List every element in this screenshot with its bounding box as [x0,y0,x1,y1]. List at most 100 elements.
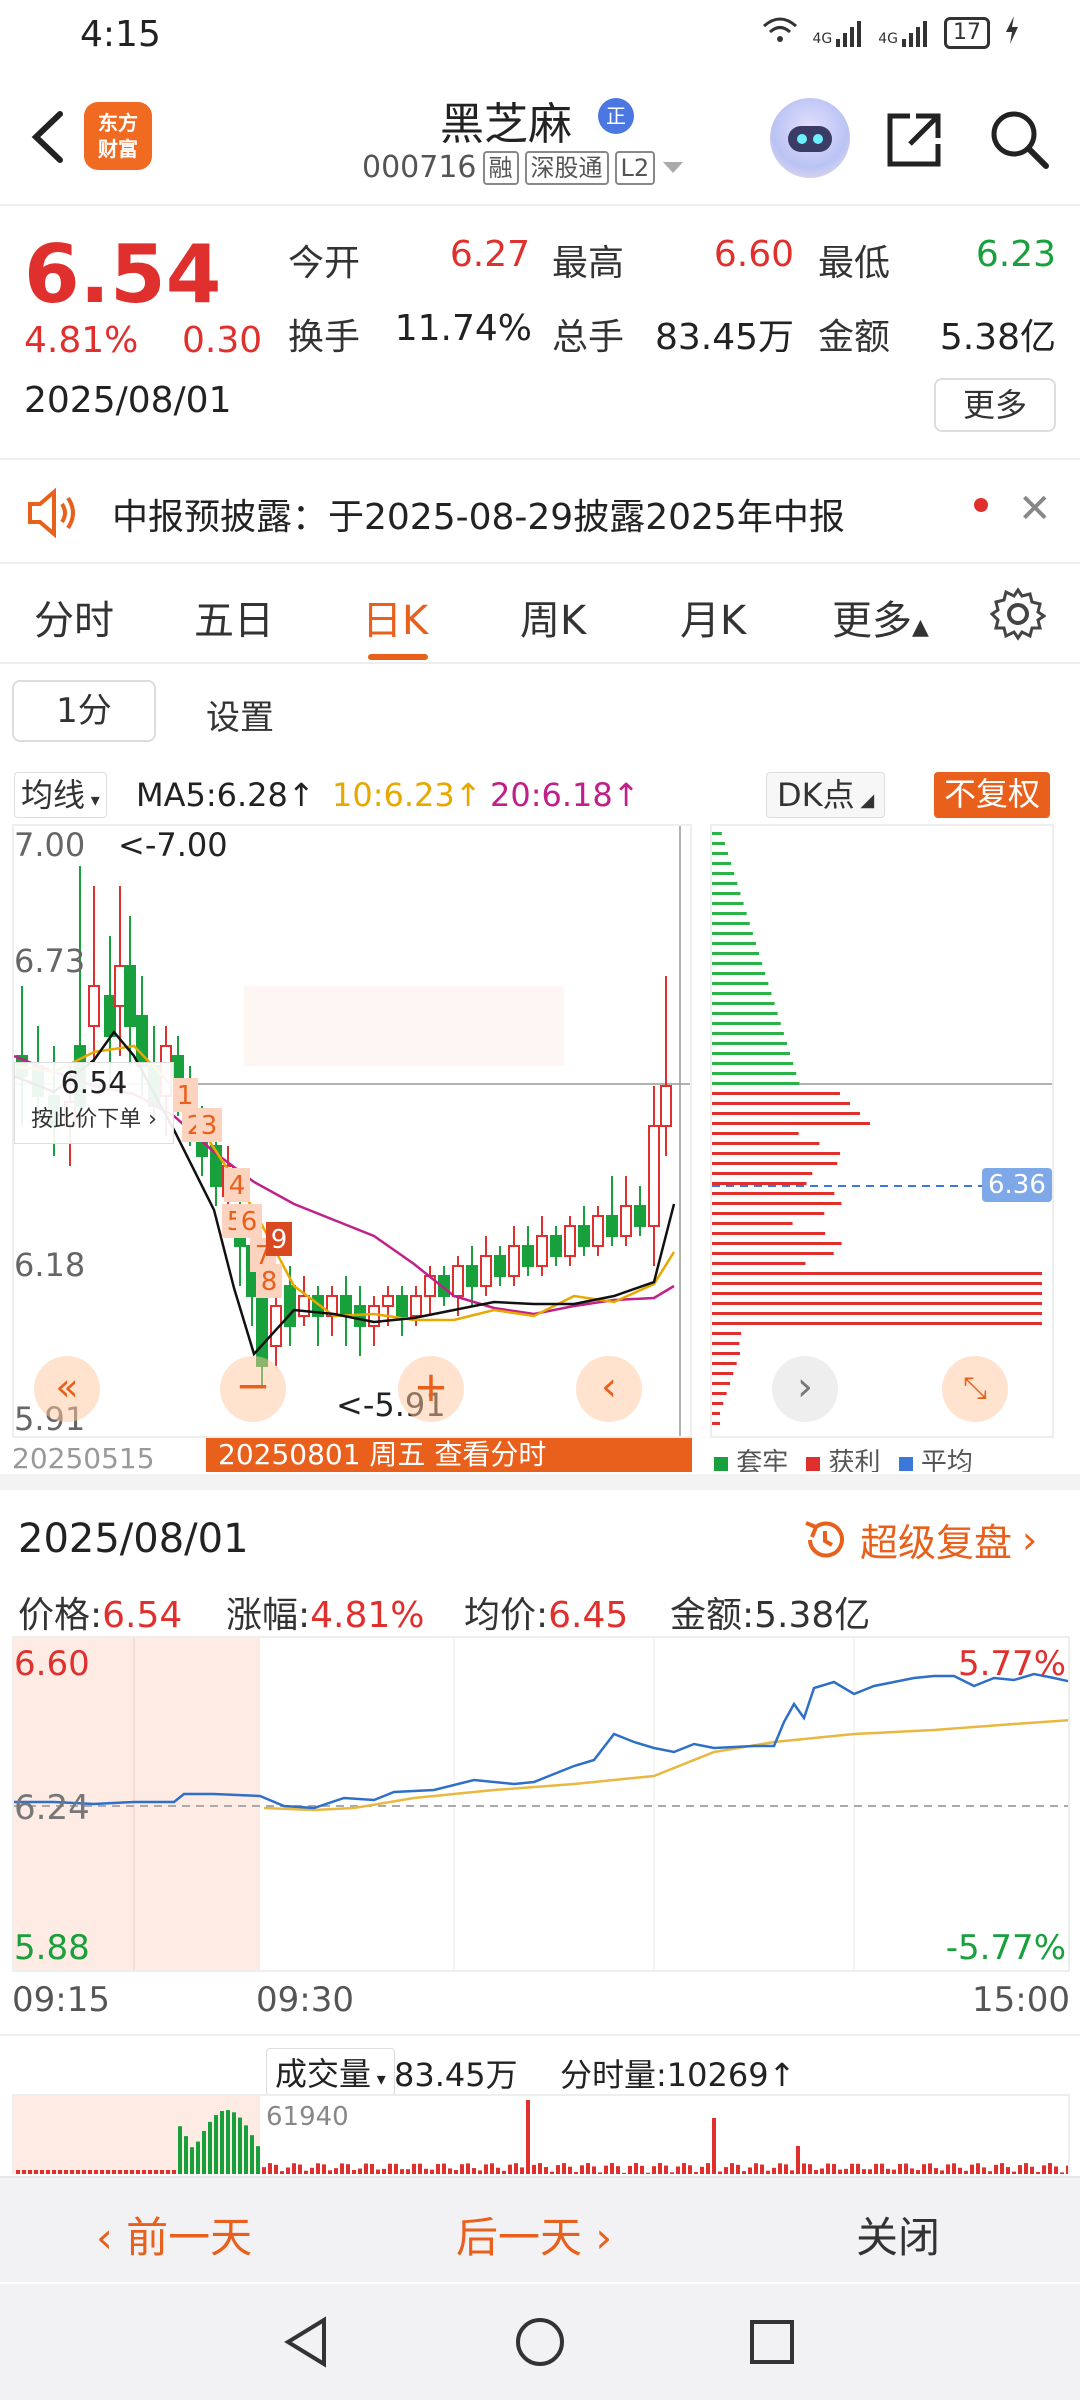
tab-more[interactable]: 更多▲ [832,588,929,646]
stock-meta[interactable]: 000716 融 深股通 L2 [362,150,685,185]
y-label-top: 7.00 [14,826,86,864]
volume-bar [28,2170,32,2174]
volume-bar [784,2164,788,2174]
turnover-label: 换手 [288,317,361,358]
volume-bar [814,2169,818,2174]
tab-day-k[interactable]: 日K [362,588,428,646]
zoom-in-button[interactable]: + [398,1356,464,1422]
chip-distribution[interactable]: 6.36 › ⤡ [710,824,1054,1438]
scroll-right-button[interactable]: › [772,1356,838,1422]
candle-body [452,1265,464,1297]
nav-recents-icon[interactable] [744,2314,800,2370]
volume-bar [742,2171,746,2174]
quote-date: 2025/08/01 [24,380,232,421]
tab-intraday[interactable]: 分时 [34,588,114,646]
notice-banner[interactable]: 中报预披露：于2025-08-29披露2025年中报 [0,458,1080,564]
volume-bar [982,2167,986,2174]
volume-bar [508,2164,512,2174]
volume-bar [370,2163,374,2174]
intraday-chart[interactable]: 6.60 6.24 5.88 5.77% -5.77% [12,1636,1070,1972]
candle-body [382,1295,394,1307]
prev-day-button[interactable]: ‹ 前一天 [96,2204,252,2265]
volume-max: 61940 [266,2102,349,2132]
scroll-left-fast-button[interactable]: « [34,1356,100,1422]
intraday-high-pct: 5.77% [957,1644,1066,1684]
intraday-svg [14,1638,1068,1970]
dropdown-icon [663,161,684,173]
candle-body [508,1245,520,1277]
volume-bar [430,2169,434,2174]
chip-bar [712,1312,1042,1315]
chip-bar [712,1202,842,1205]
volume-bar [916,2170,920,2174]
order-hint: 按此价下单 › [31,1107,157,1132]
chip-bar [712,1172,813,1175]
super-review-button[interactable]: 超级复盘 › [800,1512,1037,1567]
signal-marker: 4 [229,1171,246,1201]
back-button[interactable] [20,102,80,172]
legend-average-label: 平均 [920,1448,973,1472]
scroll-left-button[interactable]: ‹ [576,1356,642,1422]
volume-bar [1000,2163,1004,2174]
more-quote-button[interactable]: 更多 [934,378,1056,432]
nav-home-icon[interactable] [512,2314,568,2370]
stat-amount-value: 5.38亿 [754,1595,871,1636]
chip-bar [712,1022,781,1025]
interval-select[interactable]: 1分 [12,680,156,742]
amount-label: 金额 [818,317,891,358]
search-icon [991,111,1049,169]
assistant-avatar[interactable] [770,98,850,178]
volume-bar [40,2170,44,2174]
volume-bar [352,2169,356,2174]
chip-bar [712,1082,800,1085]
settings-button[interactable] [989,586,1047,652]
close-icon[interactable]: ✕ [1018,486,1052,532]
caret-up-icon: ▲ [912,615,929,640]
kline-chart[interactable]: 123456789 7.00 6.73 6.18 5.91 <-7.00 <-5… [12,824,692,1438]
chip-svg [712,832,1052,1425]
view-intraday-bar[interactable]: 20250801 周五 查看分时 [206,1438,692,1472]
volume-bar [874,2163,878,2174]
caret-down-icon: ▾ [371,2069,386,2090]
volume-bar [76,2170,80,2174]
stat-price-value: 6.54 [102,1595,183,1636]
settings-tab[interactable]: 设置 [206,690,274,739]
volume-bar [148,2170,152,2174]
volume-bar [796,2146,800,2174]
volume-bar [478,2170,482,2174]
chip-bar [712,992,772,995]
volume-bar [226,2110,230,2174]
tab-week-k[interactable]: 周K [520,588,586,646]
zoom-out-button[interactable]: − [220,1356,286,1422]
expand-icon[interactable]: ⤡ [942,1356,1008,1422]
volume-bar [88,2170,92,2174]
search-button[interactable] [984,104,1054,174]
volume-chart[interactable]: 61940 [12,2094,1070,2174]
volume-bar [892,2169,896,2174]
tab-five-day[interactable]: 五日 [194,588,274,646]
price-tag[interactable]: 6.54 按此价下单 › [14,1062,174,1144]
share-button[interactable] [880,104,950,174]
volume-bar [286,2167,290,2174]
dk-button[interactable]: DK点 ◢ [766,772,886,818]
change-percent: 4.81% [24,320,139,361]
intraday-high: 6.60 [14,1644,90,1684]
tab-month-k[interactable]: 月K [680,588,746,646]
ma-select[interactable]: 均线 ▾ [14,772,107,818]
nav-back-icon[interactable] [280,2314,336,2370]
volume-bar [202,2130,206,2174]
volume-bar [940,2170,944,2174]
volume-select[interactable]: 成交量 ▾ [266,2048,395,2096]
legend-trapped-label: 套牢 [736,1448,789,1472]
volume-bar [676,2166,680,2174]
status-icons: 4G 4G 17 [762,16,1020,50]
adjust-button[interactable]: 不复权 [934,772,1051,818]
signal-markers: 123456789 [172,1078,292,1298]
candle-body [494,1255,506,1277]
volume-bar [946,2164,950,2174]
close-button[interactable]: 关闭 [856,2204,940,2265]
volume-bar [82,2170,86,2174]
tag-level2: L2 [614,150,656,185]
open-value: 6.27 [449,234,530,275]
next-day-button[interactable]: 后一天 › [456,2204,612,2265]
